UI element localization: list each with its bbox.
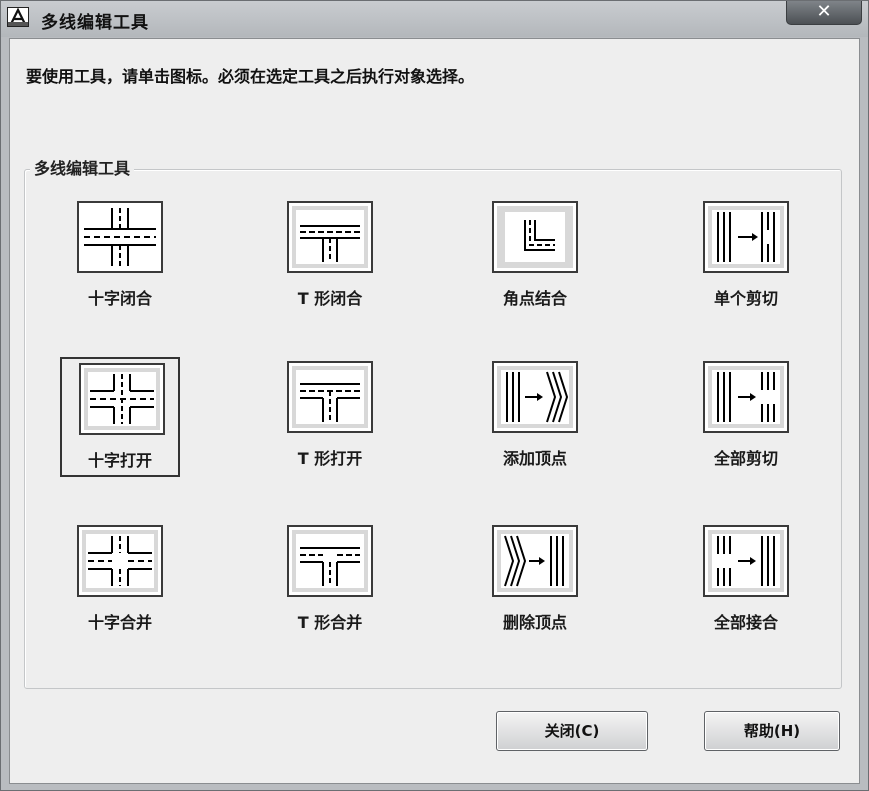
multiline-edit-dialog: 多线编辑工具 ✕ 要使用工具，请单击图标。必须在选定工具之后执行对象选择。 多线…	[0, 0, 869, 791]
tool-label: T 形合并	[297, 613, 363, 632]
close-button[interactable]: 关闭(C)	[496, 711, 648, 751]
tool-label: T 形闭合	[297, 289, 363, 308]
tool-label: 添加顶点	[502, 449, 567, 468]
tool-open-cross[interactable]: 十字打开	[60, 357, 180, 477]
window-title: 多线编辑工具	[41, 13, 149, 33]
merged-tee-icon	[296, 534, 364, 588]
tool-open-tee[interactable]: T 形打开	[270, 357, 390, 477]
window-close-button[interactable]: ✕	[786, 1, 862, 25]
tool-label: 删除顶点	[502, 613, 567, 632]
cut-single-icon	[712, 210, 780, 264]
instruction-text: 要使用工具，请单击图标。必须在选定工具之后执行对象选择。	[26, 67, 475, 86]
add-vertex-icon	[501, 370, 569, 424]
tool-add-vertex[interactable]: 添加顶点	[475, 357, 595, 477]
open-cross-icon	[88, 372, 156, 426]
help-button[interactable]: 帮助(H)	[704, 711, 840, 751]
tool-label: 角点结合	[502, 289, 567, 308]
tool-label: 十字闭合	[87, 289, 152, 308]
tool-cut-all[interactable]: 全部剪切	[686, 357, 806, 477]
tool-merged-cross[interactable]: 十字合并	[60, 521, 180, 641]
cut-all-icon	[712, 370, 780, 424]
tool-weld-all[interactable]: 全部接合	[686, 521, 806, 641]
tool-label: 单个剪切	[713, 289, 778, 308]
tools-group-title: 多线编辑工具	[30, 155, 135, 179]
app-logo-icon	[7, 7, 29, 27]
tool-label: 十字打开	[87, 451, 152, 470]
tool-label: 全部剪切	[713, 449, 778, 468]
dialog-client-area: 要使用工具，请单击图标。必须在选定工具之后执行对象选择。 多线编辑工具 十字闭合…	[9, 38, 860, 784]
tool-closed-tee[interactable]: T 形闭合	[270, 197, 390, 317]
tool-merged-tee[interactable]: T 形合并	[270, 521, 390, 641]
tool-cut-single[interactable]: 单个剪切	[686, 197, 806, 317]
tool-delete-vertex[interactable]: 删除顶点	[475, 521, 595, 641]
tool-closed-cross[interactable]: 十字闭合	[60, 197, 180, 317]
tool-corner-joint[interactable]: 角点结合	[475, 197, 595, 317]
closed-tee-icon	[296, 210, 364, 264]
tool-label: 十字合并	[87, 613, 152, 632]
delete-vertex-icon	[501, 534, 569, 588]
open-tee-icon	[296, 370, 364, 424]
tool-label: 全部接合	[713, 613, 778, 632]
weld-all-icon	[712, 534, 780, 588]
merged-cross-icon	[86, 534, 154, 588]
corner-joint-icon	[505, 212, 565, 262]
title-bar[interactable]: 多线编辑工具 ✕	[1, 1, 868, 37]
closed-cross-icon	[82, 206, 158, 268]
tool-label: T 形打开	[297, 449, 363, 468]
